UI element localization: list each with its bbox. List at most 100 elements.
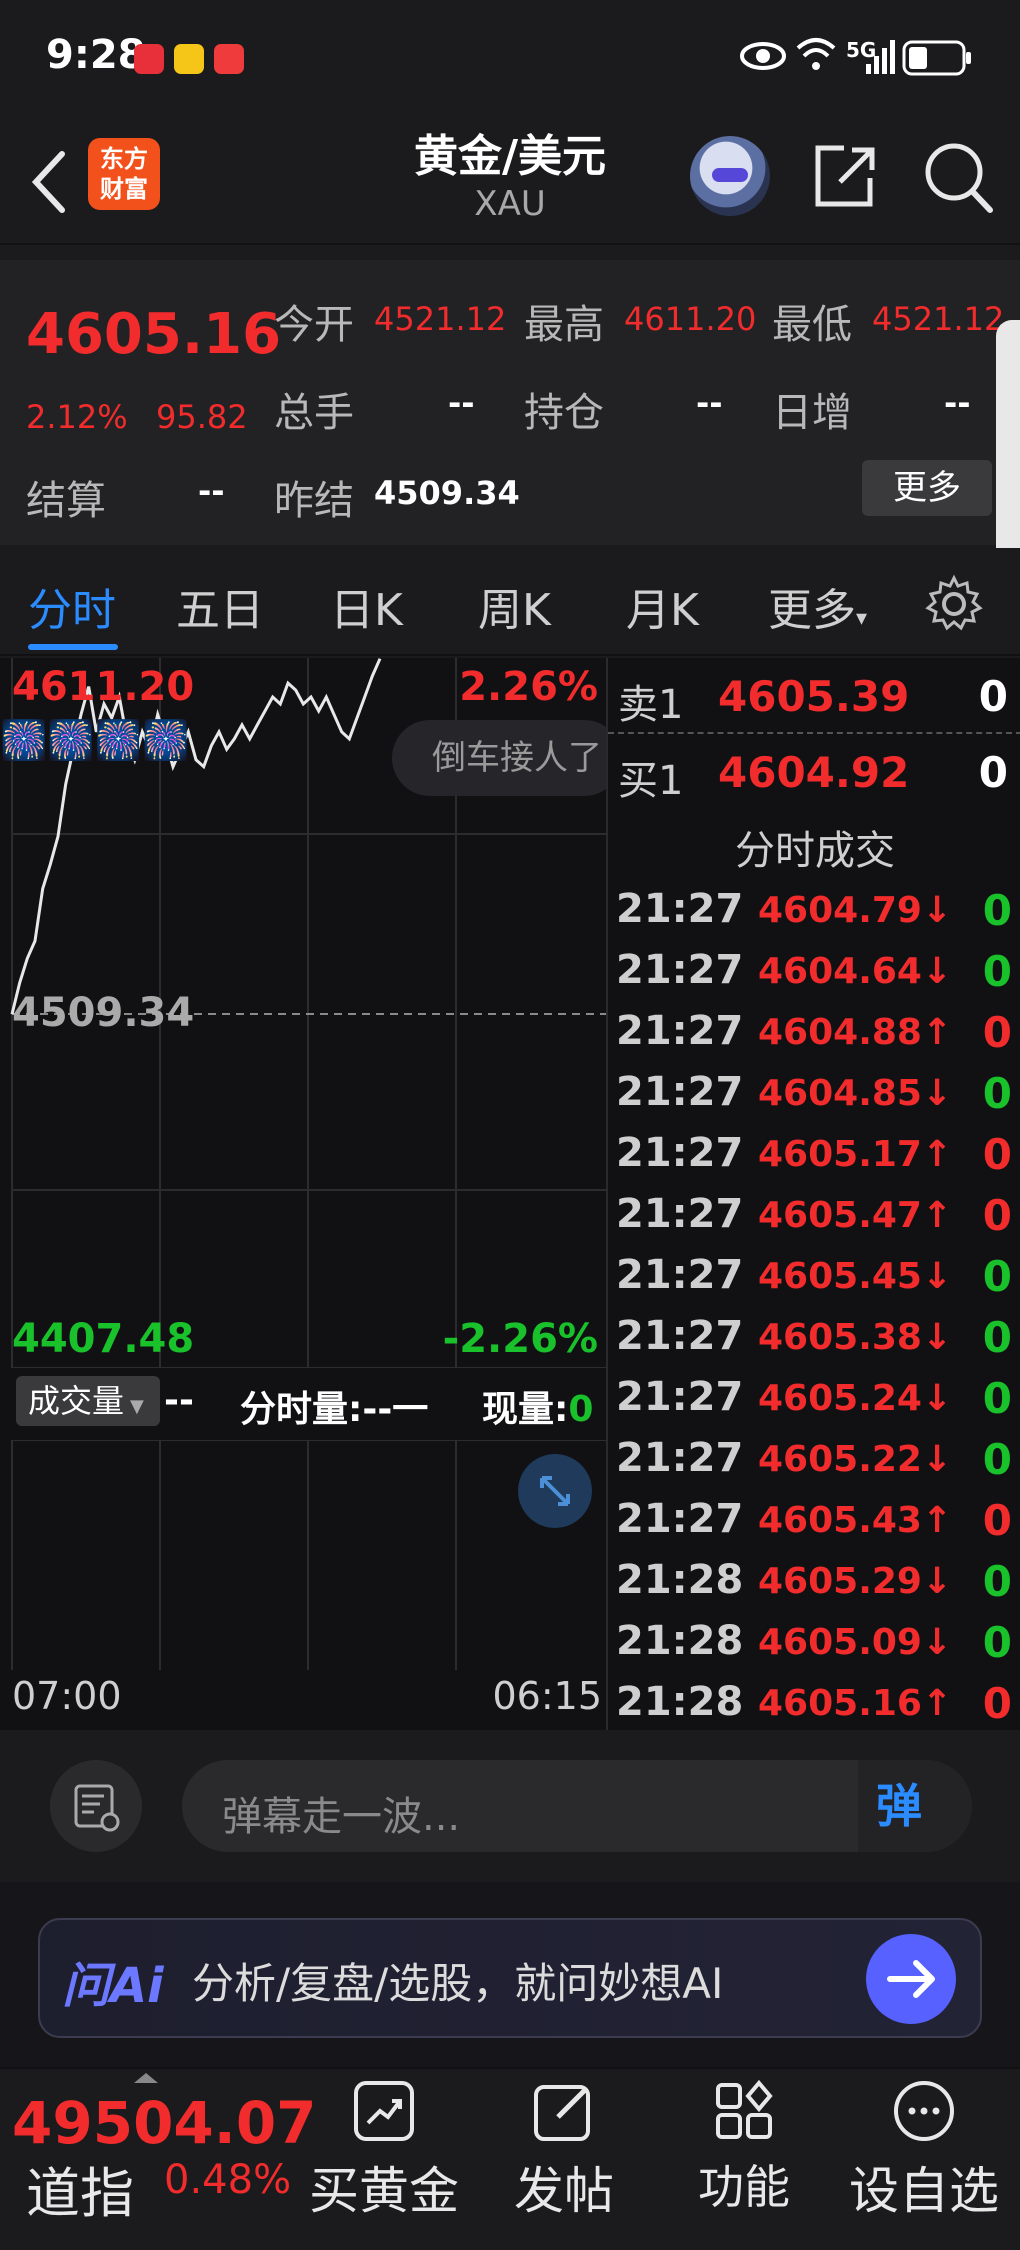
buy-gold-button[interactable]: 买黄金	[294, 2069, 474, 2250]
app-logo[interactable]: 东方 财富	[88, 138, 160, 210]
index-change: 0.48%	[164, 2157, 292, 2203]
more-button[interactable]: 更多	[862, 460, 992, 516]
chart-bottom-price: 4407.48	[12, 1316, 195, 1362]
tick-time: 21:27	[616, 1008, 744, 1054]
tick-time: 21:28	[616, 1557, 744, 1603]
tick-price: 4605.17↑	[758, 1134, 953, 1175]
tick-row: 21:27 4604.85↓ 0	[608, 1069, 1020, 1130]
clock: 9:28	[46, 32, 146, 78]
tick-row: 21:27 4604.64↓ 0	[608, 947, 1020, 1008]
tick-row: 21:27 4605.47↑ 0	[608, 1191, 1020, 1252]
battery-icon	[902, 40, 972, 80]
settle-label: 结算	[26, 478, 106, 524]
tick-row: 21:28 4605.29↓ 0	[608, 1557, 1020, 1618]
time-axis-end: 06:15	[492, 1674, 602, 1718]
danmaku-banner[interactable]: 倒车接人了	[392, 720, 622, 796]
high-value: 4611.20	[624, 300, 757, 338]
add-watchlist-button[interactable]: 设自选	[834, 2069, 1014, 2250]
bottom-nav: 49504.07 道指 0.48% 买黄金 发帖 功能 设自选	[0, 2067, 1020, 2250]
index-value[interactable]: 49504.07	[12, 2089, 317, 2157]
tab-more[interactable]: 更多▾	[768, 574, 867, 638]
arrow-right-icon[interactable]	[866, 1934, 956, 2024]
daily-increase-value: --	[944, 384, 971, 422]
tab-daily-k[interactable]: 日K	[330, 574, 403, 638]
tick-volume-value: --一	[362, 1389, 429, 1430]
search-icon[interactable]	[920, 136, 996, 220]
grid-icon	[712, 2079, 776, 2143]
functions-button[interactable]: 功能	[654, 2069, 834, 2250]
tick-volume: 0	[982, 1618, 1012, 1667]
prev-settle-value: 4509.34	[374, 474, 520, 512]
wifi-icon	[794, 34, 838, 78]
bid-label: 买1	[618, 758, 684, 804]
settings-gear-icon[interactable]	[924, 574, 984, 638]
page-subtitle: XAU	[474, 184, 546, 224]
danmaku-settings-icon[interactable]	[50, 1760, 142, 1852]
high-label: 最高	[524, 302, 604, 348]
eye-icon	[740, 36, 786, 80]
volume-selector[interactable]: 成交量 ▼	[16, 1376, 160, 1426]
tick-price: 4604.85↓	[758, 1073, 953, 1114]
tick-volume: 0	[982, 1252, 1012, 1301]
tick-row: 21:27 4605.38↓ 0	[608, 1313, 1020, 1374]
tick-price: 4604.79↓	[758, 890, 953, 931]
volume-chart-svg	[11, 1440, 606, 1670]
tick-time: 21:27	[616, 1191, 744, 1237]
expand-icon[interactable]	[518, 1454, 592, 1528]
tick-time: 21:27	[616, 1496, 744, 1542]
volume-value: --	[164, 1380, 194, 1421]
back-button[interactable]	[24, 142, 74, 222]
change-percent: 2.12%	[26, 398, 128, 436]
tick-volume: 0	[982, 1679, 1012, 1728]
add-watchlist-label: 设自选	[849, 2162, 999, 2220]
logo-text: 东方	[100, 145, 148, 173]
danmaku-send-button[interactable]: 弹	[858, 1760, 972, 1852]
position-value: --	[696, 384, 723, 422]
tick-time: 21:28	[616, 1618, 744, 1664]
danmaku-bar: 弹幕走一波... 弹	[0, 1732, 1020, 1882]
settle-value: --	[198, 472, 225, 510]
notification-app-icon	[214, 44, 244, 74]
tick-price: 4605.29↓	[758, 1561, 953, 1602]
ai-prompt-text: 分析/复盘/选股，就问妙想AI	[192, 1959, 724, 2008]
tab-weekly-k[interactable]: 周K	[478, 574, 551, 638]
bid-volume: 0	[978, 748, 1008, 797]
side-drawer-handle[interactable]	[996, 320, 1020, 580]
tick-volume: 分时量:--一	[240, 1380, 428, 1432]
volume-header: 成交量 ▼ -- 分时量:--一 现量:0	[0, 1370, 606, 1430]
tick-row: 21:27 4604.88↑ 0	[608, 1008, 1020, 1069]
order-book-panel: 卖1 4605.39 0 买1 4604.92 0 分时成交 21:27 4604…	[606, 658, 1020, 1730]
position-label: 持仓	[524, 390, 604, 436]
tick-price: 4605.09↓	[758, 1622, 953, 1663]
chart-bottom-percent: -2.26%	[442, 1316, 598, 1362]
volume-value: --	[448, 384, 475, 422]
tab-monthly-k[interactable]: 月K	[626, 574, 699, 638]
ticks-list[interactable]: 21:27 4604.79↓ 0 21:27 4604.64↓ 0 21:27 4604.88…	[608, 886, 1020, 1736]
current-volume-value: 0	[568, 1389, 594, 1430]
tick-price: 4605.43↑	[758, 1500, 953, 1541]
tab-five-day[interactable]: 五日	[176, 574, 264, 638]
tick-price: 4605.24↓	[758, 1378, 953, 1419]
tick-row: 21:28 4605.16↑ 0	[608, 1679, 1020, 1740]
post-button[interactable]: 发帖	[474, 2069, 654, 2250]
tick-time: 21:27	[616, 1252, 744, 1298]
tick-row: 21:27 4605.43↑ 0	[608, 1496, 1020, 1557]
share-icon[interactable]	[810, 138, 880, 218]
edit-icon	[532, 2079, 596, 2143]
tick-volume-label: 分时量:	[240, 1389, 363, 1430]
change-amount: 95.82	[156, 398, 248, 436]
tick-volume: 0	[982, 1130, 1012, 1179]
tick-volume: 0	[982, 1069, 1012, 1118]
tick-volume: 0	[982, 886, 1012, 935]
last-price: 4605.16	[26, 302, 282, 367]
notification-app-icon	[174, 44, 204, 74]
tick-row: 21:27 4605.45↓ 0	[608, 1252, 1020, 1313]
chart-top-price: 4611.20	[12, 664, 195, 710]
chart-up-icon	[352, 2079, 416, 2143]
tick-volume: 0	[982, 1008, 1012, 1057]
intraday-chart[interactable]: 4611.20 2.26% 4509.34 4407.48 -2.26% 🎆🎆🎆…	[0, 658, 622, 1730]
tick-volume: 0	[982, 1191, 1012, 1240]
volume-label: 总手	[274, 390, 354, 436]
tab-intraday[interactable]: 分时	[28, 574, 116, 638]
tab-more-label: 更多	[768, 585, 856, 636]
